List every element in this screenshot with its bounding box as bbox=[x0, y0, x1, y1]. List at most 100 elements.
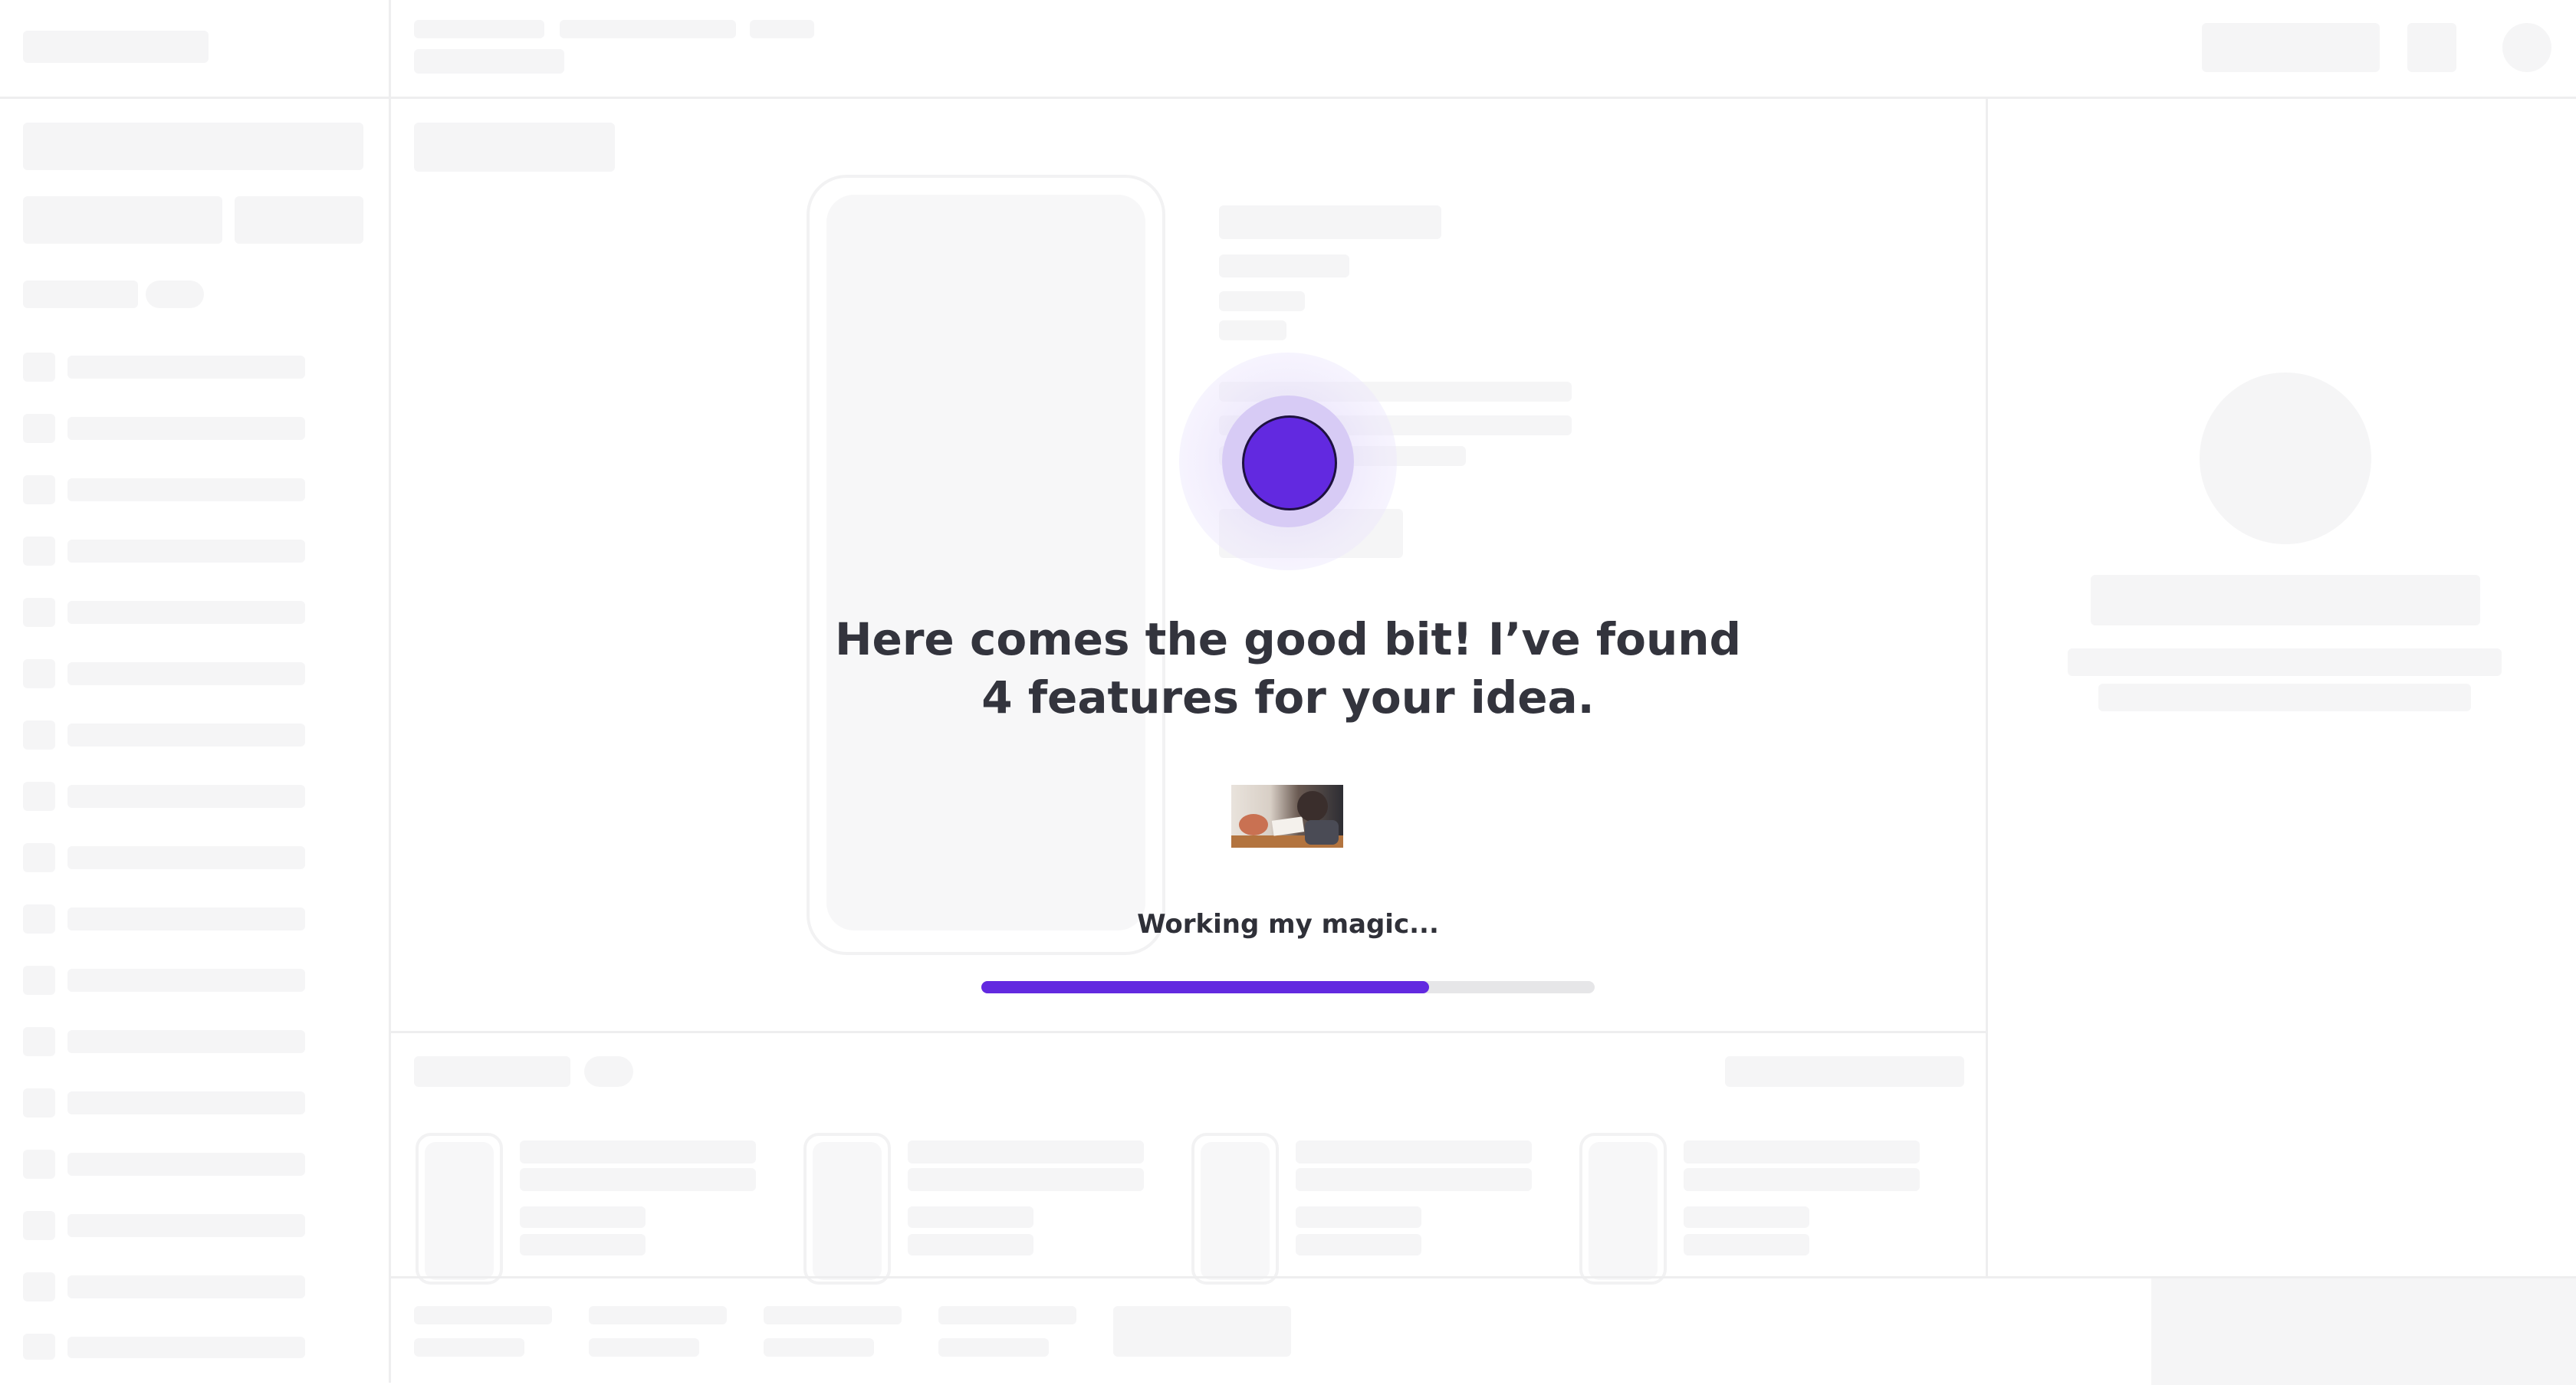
section-title-placeholder bbox=[414, 123, 615, 172]
card-line-placeholder bbox=[908, 1168, 1144, 1191]
list-item-icon-placeholder bbox=[23, 475, 55, 504]
list-item-icon-placeholder bbox=[23, 353, 55, 382]
row-badge-placeholder bbox=[584, 1056, 633, 1087]
list-item-placeholder bbox=[67, 907, 305, 930]
footer-bar bbox=[391, 1276, 2576, 1385]
card-line-placeholder bbox=[520, 1206, 646, 1228]
list-item-placeholder bbox=[67, 1214, 305, 1237]
card-line-placeholder bbox=[1296, 1206, 1421, 1228]
profile-image-placeholder bbox=[2200, 373, 2371, 544]
list-item-icon-placeholder bbox=[23, 843, 55, 872]
list-item-placeholder bbox=[67, 1153, 305, 1176]
card-thumb-placeholder bbox=[1579, 1133, 1667, 1285]
sidebar bbox=[0, 0, 391, 1383]
progress-bar-fill bbox=[981, 981, 1429, 993]
list-item-icon-placeholder bbox=[23, 1150, 55, 1179]
right-panel bbox=[1986, 98, 2576, 1277]
progress-bar bbox=[981, 981, 1595, 993]
list-item-placeholder bbox=[67, 540, 305, 563]
card-line-placeholder bbox=[1296, 1140, 1532, 1163]
card-line-placeholder bbox=[1296, 1168, 1532, 1191]
list-item-icon-placeholder bbox=[23, 598, 55, 627]
footer-panel-placeholder bbox=[2151, 1278, 2576, 1385]
title-placeholder bbox=[414, 49, 564, 74]
list-item-placeholder bbox=[67, 1275, 305, 1298]
profile-name-placeholder bbox=[2091, 575, 2480, 625]
list-item-icon-placeholder bbox=[23, 720, 55, 750]
list-item-placeholder bbox=[67, 785, 305, 808]
list-item-placeholder bbox=[67, 1337, 305, 1358]
footer-line-placeholder bbox=[589, 1338, 699, 1357]
card-thumb-placeholder bbox=[803, 1133, 891, 1285]
main-content bbox=[391, 98, 1986, 1033]
detail-line-placeholder bbox=[1219, 291, 1305, 311]
list-item-placeholder bbox=[67, 478, 305, 501]
avatar-placeholder bbox=[2502, 23, 2551, 72]
loading-image bbox=[1231, 785, 1343, 848]
footer-button-placeholder bbox=[1113, 1306, 1291, 1357]
breadcrumb-placeholder bbox=[750, 20, 814, 38]
list-item-icon-placeholder bbox=[23, 966, 55, 995]
card-line-placeholder bbox=[908, 1140, 1144, 1163]
profile-line-placeholder bbox=[2098, 684, 2471, 711]
card-line-placeholder bbox=[1296, 1234, 1421, 1255]
card-line-placeholder bbox=[908, 1234, 1033, 1255]
list-item-icon-placeholder bbox=[23, 782, 55, 811]
card-line-placeholder bbox=[1684, 1206, 1809, 1228]
detail-line-placeholder bbox=[1219, 320, 1286, 340]
list-item-icon-placeholder bbox=[23, 1027, 55, 1056]
card-line-placeholder bbox=[1684, 1234, 1809, 1255]
breadcrumb-placeholder bbox=[414, 20, 544, 38]
list-item-placeholder bbox=[67, 417, 305, 440]
feature-cards-row bbox=[391, 1033, 1986, 1285]
sidebar-filter-placeholder bbox=[23, 196, 222, 244]
assistant-orb-icon bbox=[1242, 415, 1337, 510]
card-line-placeholder bbox=[1684, 1168, 1920, 1191]
detail-title-placeholder bbox=[1219, 205, 1441, 239]
footer-line-placeholder bbox=[589, 1306, 727, 1324]
list-item-icon-placeholder bbox=[23, 537, 55, 566]
list-item-icon-placeholder bbox=[23, 904, 55, 934]
sidebar-search-placeholder bbox=[23, 123, 363, 170]
list-item-icon-placeholder bbox=[23, 1088, 55, 1118]
list-item-placeholder bbox=[67, 969, 305, 992]
footer-line-placeholder bbox=[764, 1306, 902, 1324]
list-item-icon-placeholder bbox=[23, 1211, 55, 1240]
card-thumb-placeholder bbox=[1191, 1133, 1279, 1285]
sidebar-filter-placeholder bbox=[235, 196, 363, 244]
loading-headline: Here comes the good bit! I’ve found 4 fe… bbox=[834, 613, 1742, 724]
list-item-icon-placeholder bbox=[23, 1272, 55, 1301]
loading-status-text: Working my magic... bbox=[1137, 909, 1439, 940]
footer-line-placeholder bbox=[414, 1306, 552, 1324]
icon-button-placeholder bbox=[2407, 23, 2456, 72]
sidebar-badge-placeholder bbox=[146, 281, 204, 308]
list-item-placeholder bbox=[67, 356, 305, 379]
footer-line-placeholder bbox=[414, 1338, 524, 1357]
list-item-icon-placeholder bbox=[23, 414, 55, 443]
card-thumb-placeholder bbox=[416, 1133, 503, 1285]
list-item-placeholder bbox=[67, 601, 305, 624]
list-item-icon-placeholder bbox=[23, 659, 55, 688]
card-line-placeholder bbox=[520, 1234, 646, 1255]
sidebar-heading-placeholder bbox=[23, 281, 138, 308]
list-item-icon-placeholder bbox=[23, 1334, 55, 1360]
list-item-placeholder bbox=[67, 724, 305, 747]
row-action-placeholder bbox=[1725, 1056, 1964, 1087]
footer-line-placeholder bbox=[764, 1338, 874, 1357]
phone-preview-placeholder bbox=[807, 175, 1165, 955]
list-item-placeholder bbox=[67, 846, 305, 869]
card-line-placeholder bbox=[908, 1206, 1033, 1228]
card-line-placeholder bbox=[1684, 1140, 1920, 1163]
phone-screen-placeholder bbox=[826, 195, 1145, 930]
footer-line-placeholder bbox=[938, 1306, 1076, 1324]
list-item-placeholder bbox=[67, 1030, 305, 1053]
detail-line-placeholder bbox=[1219, 254, 1349, 277]
breadcrumb-placeholder bbox=[560, 20, 736, 38]
action-button-placeholder bbox=[2202, 23, 2380, 72]
list-item-placeholder bbox=[67, 1091, 305, 1114]
row-title-placeholder bbox=[414, 1056, 570, 1087]
profile-line-placeholder bbox=[2068, 648, 2502, 676]
footer-line-placeholder bbox=[938, 1338, 1049, 1357]
list-item-placeholder bbox=[67, 662, 305, 685]
card-line-placeholder bbox=[520, 1168, 756, 1191]
